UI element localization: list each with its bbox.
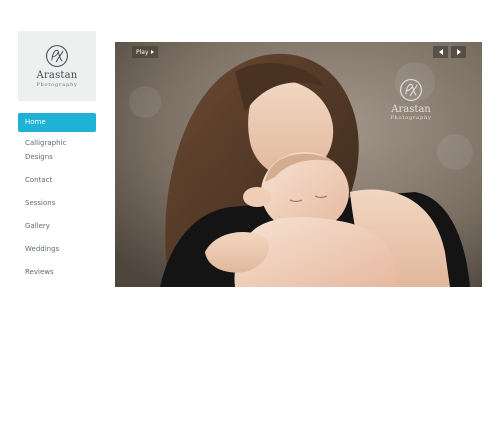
watermark-subtitle: Photography bbox=[390, 115, 432, 121]
nav-item-contact[interactable]: Contact bbox=[18, 173, 96, 187]
page: Arastan Photography Home Calligraphic De… bbox=[0, 0, 500, 434]
play-icon bbox=[150, 50, 154, 54]
logo-monogram-icon bbox=[46, 44, 68, 67]
nav-item-designs[interactable]: Designs bbox=[18, 150, 96, 164]
slideshow[interactable]: Arastan Photography bbox=[115, 42, 482, 287]
nav-item-gallery[interactable]: Gallery bbox=[18, 219, 96, 233]
main-nav: Home Calligraphic Designs Contact Sessio… bbox=[18, 113, 96, 279]
nav-item-sessions[interactable]: Sessions bbox=[18, 196, 96, 210]
nav-item-calligraphic[interactable]: Calligraphic bbox=[18, 136, 96, 150]
prev-slide-button[interactable] bbox=[433, 46, 448, 58]
nav-item-weddings[interactable]: Weddings bbox=[18, 242, 96, 256]
logo-subtitle: Photography bbox=[36, 81, 78, 88]
chevron-right-icon bbox=[456, 49, 461, 55]
watermark-monogram-icon bbox=[400, 79, 422, 101]
photo-watermark: Arastan Photography bbox=[378, 77, 444, 133]
play-label: Play bbox=[136, 48, 149, 56]
logo-name: Arastan bbox=[36, 69, 78, 81]
nav-item-reviews[interactable]: Reviews bbox=[18, 265, 96, 279]
site-logo[interactable]: Arastan Photography bbox=[18, 31, 96, 101]
play-button[interactable]: Play bbox=[132, 46, 158, 58]
next-slide-button[interactable] bbox=[451, 46, 466, 58]
watermark-name: Arastan bbox=[391, 104, 431, 115]
nav-item-home[interactable]: Home bbox=[18, 113, 96, 132]
chevron-left-icon bbox=[438, 49, 443, 55]
